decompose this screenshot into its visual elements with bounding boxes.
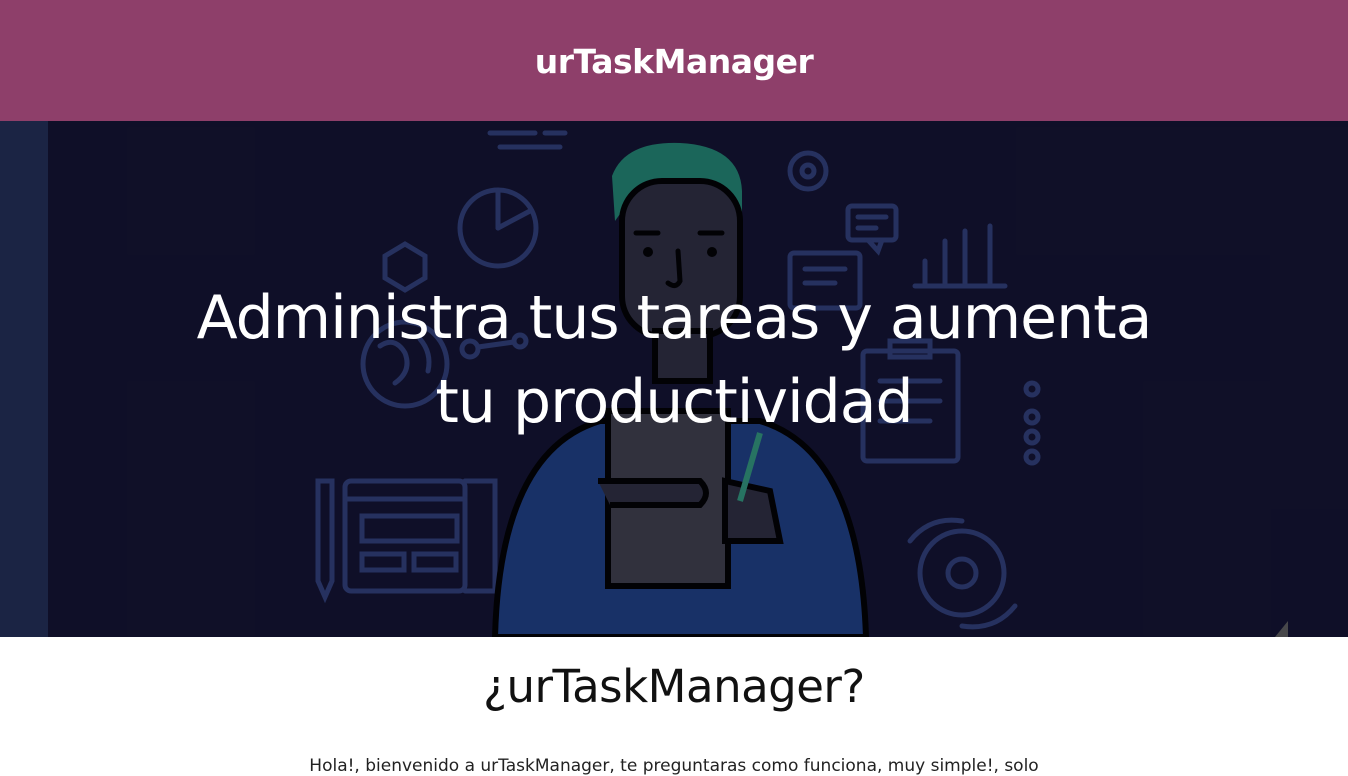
hero-banner: Administra tus tareas y aumenta tu produ… xyxy=(0,121,1348,637)
brand-logo-text[interactable]: urTaskManager xyxy=(535,42,814,81)
hero-title-line-2: tu productividad xyxy=(435,367,913,437)
hero-title-line-1: Administra tus tareas y aumenta xyxy=(196,283,1153,353)
intro-paragraph: Hola!, bienvenido a urTaskManager, te pr… xyxy=(309,756,1039,776)
site-header: urTaskManager xyxy=(0,0,1348,121)
section-title: ¿urTaskManager? xyxy=(483,660,865,713)
hero-title: Administra tus tareas y aumenta tu produ… xyxy=(0,276,1348,444)
